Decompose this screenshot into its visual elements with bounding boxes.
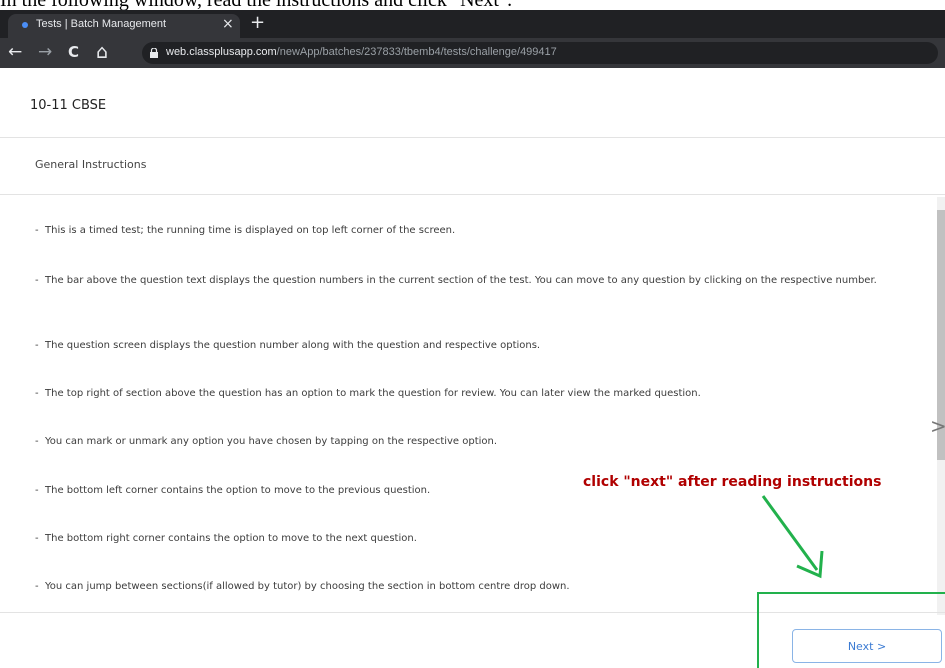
back-icon[interactable]: ← <box>8 42 22 62</box>
next-button[interactable]: Next > <box>792 629 942 663</box>
instruction-text: The bottom left corner contains the opti… <box>45 485 431 496</box>
annotation-arrow-icon <box>761 495 824 579</box>
instruction-text: The top right of section above the quest… <box>45 388 701 399</box>
list-item: - This is a timed test; the running time … <box>35 223 895 239</box>
chevron-right-icon: > <box>876 639 887 653</box>
reload-icon[interactable]: C <box>68 42 79 62</box>
chevron-right-icon[interactable]: > <box>930 414 945 438</box>
lock-icon <box>150 48 158 58</box>
browser-tab-strip: Tests | Batch Management × + <box>0 10 945 38</box>
tab-title: Tests | Batch Management <box>36 18 167 30</box>
list-item: - The bar above the question text display… <box>35 273 895 289</box>
bullet: - <box>35 581 39 592</box>
bullet: - <box>35 225 39 236</box>
page-title: 10-11 CBSE <box>30 98 107 113</box>
instruction-text: This is a timed test; the running time i… <box>45 225 456 236</box>
instruction-text: You can mark or unmark any option you ha… <box>45 436 498 447</box>
list-item: - The bottom right corner contains the op… <box>35 531 895 547</box>
tutorial-caption: In the following window, read the instru… <box>0 0 513 11</box>
url-path: /newApp/batches/237833/tbemb4/tests/chal… <box>276 46 557 58</box>
list-item: - The bottom left corner contains the opt… <box>35 483 555 499</box>
instruction-text: The bar above the question text displays… <box>45 275 877 286</box>
url-text: web.classplusapp.com/newApp/batches/2378… <box>166 46 557 58</box>
annotation-text: click "next" after reading instructions <box>583 474 882 490</box>
browser-toolbar: ← → C ⌂ web.classplusapp.com/newApp/batc… <box>0 38 945 68</box>
list-item: - The top right of section above the ques… <box>35 386 895 402</box>
next-label: Next <box>847 639 874 653</box>
forward-icon[interactable]: → <box>38 42 52 62</box>
browser-tab[interactable]: Tests | Batch Management × <box>8 14 240 38</box>
bullet: - <box>35 340 39 351</box>
list-item: - The question screen displays the questi… <box>35 338 895 354</box>
bullet: - <box>35 533 39 544</box>
instruction-text: The question screen displays the questio… <box>45 340 541 351</box>
bullet: - <box>35 436 39 447</box>
home-icon[interactable]: ⌂ <box>96 42 108 62</box>
tab-close-icon[interactable]: × <box>222 16 234 32</box>
address-bar[interactable]: web.classplusapp.com/newApp/batches/2378… <box>142 42 938 64</box>
favicon-icon <box>22 22 28 28</box>
bullet: - <box>35 485 39 496</box>
section-title: General Instructions <box>35 158 147 171</box>
url-host: web.classplusapp.com <box>166 46 277 58</box>
bullet: - <box>35 388 39 399</box>
instruction-text: You can jump between sections(if allowed… <box>45 581 570 592</box>
new-tab-button[interactable]: + <box>250 12 265 33</box>
divider <box>0 137 945 138</box>
bullet: - <box>35 275 39 286</box>
instruction-text: The bottom right corner contains the opt… <box>45 533 417 544</box>
divider <box>0 194 945 195</box>
list-item: - You can mark or unmark any option you h… <box>35 434 895 450</box>
